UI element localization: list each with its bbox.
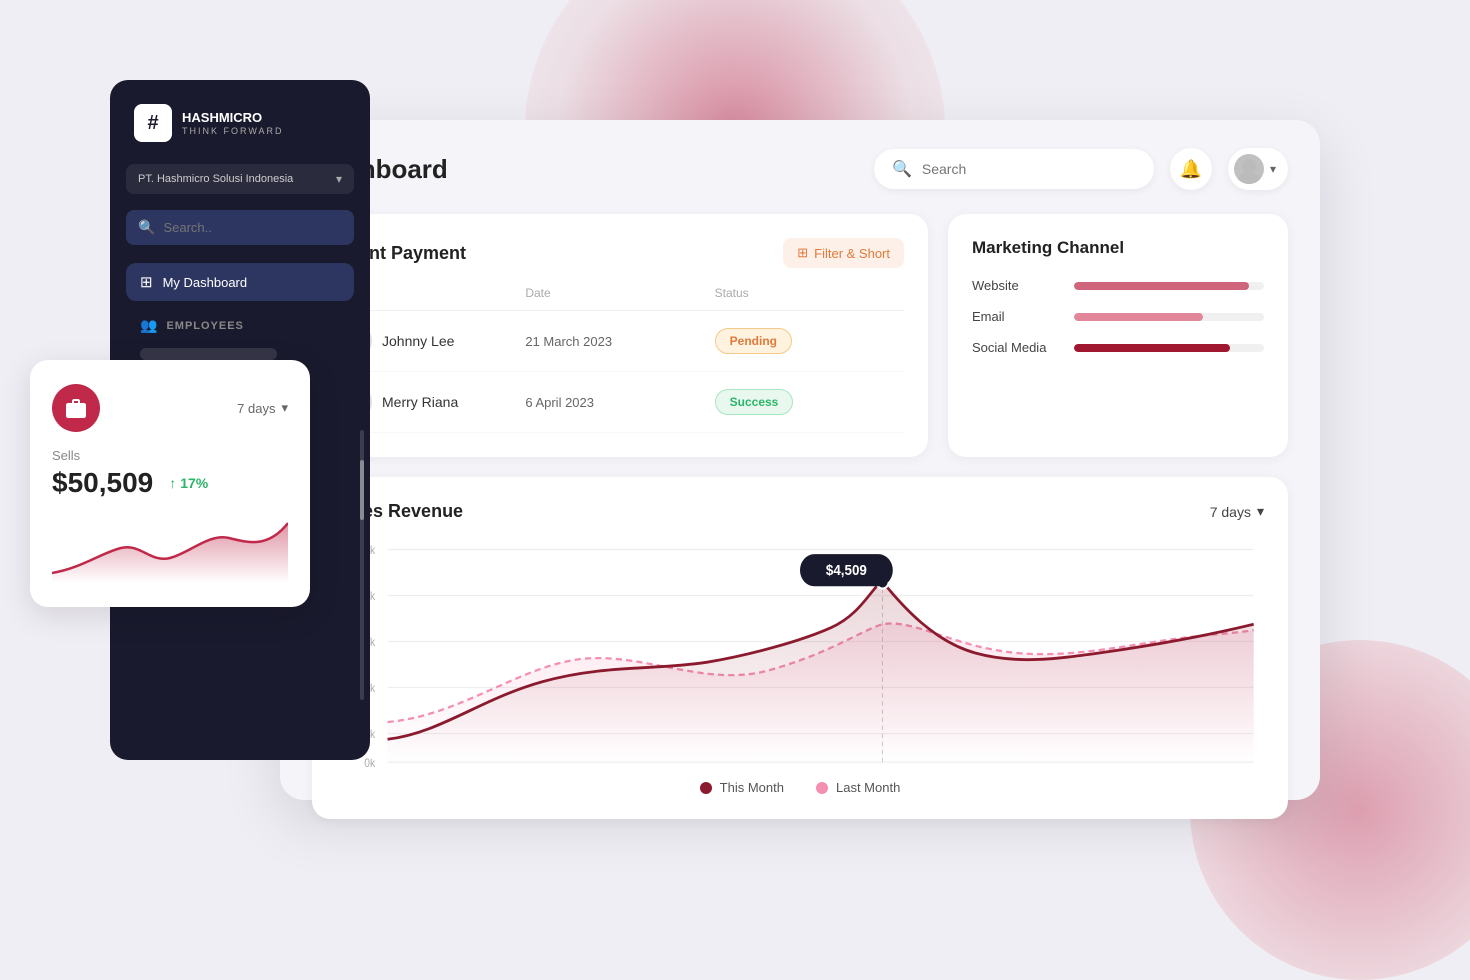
sidebar-search-input[interactable]: [163, 220, 342, 235]
legend-label-last-month: Last Month: [836, 780, 900, 795]
client-status-1: Pending: [715, 328, 904, 354]
arrow-up-icon: ↑: [169, 475, 176, 491]
col-date: Date: [525, 286, 714, 300]
legend-label-this-month: This Month: [720, 780, 784, 795]
marketing-channel-card: Marketing Channel Website Email Social M…: [948, 214, 1288, 457]
sidebar-skeleton-1: [140, 348, 277, 360]
logo-tagline: THINK FORWARD: [182, 126, 284, 136]
header-right: 🔍 🔔 ▾: [874, 148, 1288, 190]
filter-short-button[interactable]: ⊞ Filter & Short: [783, 238, 904, 268]
chevron-down-icon: ▾: [1270, 162, 1276, 176]
avatar-button[interactable]: ▾: [1228, 148, 1288, 190]
sell-card-header: 7 days ▾: [52, 384, 288, 432]
employees-icon: 👥: [140, 317, 158, 334]
sell-widget: 7 days ▾ Sells $50,509 ↑ 17%: [30, 360, 310, 607]
client-name-2: Merry Riana: [382, 394, 458, 410]
channel-bar-bg-social: [1074, 344, 1264, 352]
main-header: Dashboard 🔍 🔔 ▾: [312, 148, 1288, 190]
channel-email: Email: [972, 309, 1264, 324]
chart-legend: This Month Last Month: [336, 780, 1264, 795]
status-badge-pending: Pending: [715, 328, 792, 354]
legend-dot-this-month: [700, 782, 712, 794]
svg-text:0k: 0k: [364, 757, 375, 768]
top-content-grid: Client Payment ⊞ Filter & Short Client D…: [312, 214, 1288, 457]
chevron-down-icon: ▾: [281, 400, 288, 416]
sales-header: Sales Revenue 7 days ▾: [336, 501, 1264, 522]
sell-icon: [52, 384, 100, 432]
sidebar-item-dashboard[interactable]: ⊞ My Dashboard: [126, 263, 354, 301]
legend-dot-last-month: [816, 782, 828, 794]
chevron-down-icon: ▾: [336, 172, 342, 186]
period-select[interactable]: 7 days ▾: [1210, 503, 1264, 520]
company-name: PT. Hashmicro Solusi Indonesia: [138, 173, 293, 185]
search-icon: 🔍: [138, 219, 155, 236]
table-row: Johnny Lee 21 March 2023 Pending: [336, 311, 904, 372]
filter-label: Filter & Short: [814, 246, 890, 261]
client-date-2: 6 April 2023: [525, 395, 714, 410]
channel-label-website: Website: [972, 278, 1062, 293]
channel-bar-social: [1074, 344, 1230, 352]
sidebar-item-label: My Dashboard: [163, 275, 248, 290]
search-input[interactable]: [922, 161, 1136, 177]
client-payment-card: Client Payment ⊞ Filter & Short Client D…: [312, 214, 928, 457]
channel-bar-bg-email: [1074, 313, 1264, 321]
table-header: Client Date Status: [336, 286, 904, 311]
client-name-1: Johnny Lee: [382, 333, 454, 349]
logo: # HASHMICRO THINK FORWARD: [126, 104, 354, 142]
client-payment-header: Client Payment ⊞ Filter & Short: [336, 238, 904, 268]
legend-this-month: This Month: [700, 780, 784, 795]
search-bar[interactable]: 🔍: [874, 149, 1154, 189]
channel-bar-bg-website: [1074, 282, 1264, 290]
legend-last-month: Last Month: [816, 780, 900, 795]
sell-period[interactable]: 7 days ▾: [237, 400, 288, 416]
channel-website: Website: [972, 278, 1264, 293]
logo-icon: #: [134, 104, 172, 142]
marketing-channel-title: Marketing Channel: [972, 238, 1264, 258]
channel-social: Social Media: [972, 340, 1264, 355]
sidebar-section-employees: 👥 EMPLOYEES: [126, 305, 354, 340]
search-icon: 🔍: [892, 159, 912, 179]
sales-revenue-card: Sales Revenue 7 days ▾ 25k 20: [312, 477, 1288, 819]
sell-period-label: 7 days: [237, 401, 275, 416]
channel-label-email: Email: [972, 309, 1062, 324]
sales-chart-svg: 25k 20k 15k 10k 5k 0k: [336, 538, 1264, 768]
col-status: Status: [715, 286, 904, 300]
sell-value: $50,509: [52, 467, 153, 499]
sidebar-search-bar[interactable]: 🔍: [126, 210, 354, 245]
channel-bar-website: [1074, 282, 1249, 290]
client-date-1: 21 March 2023: [525, 334, 714, 349]
svg-text:$4,509: $4,509: [826, 562, 867, 579]
table-row: Merry Riana 6 April 2023 Success: [336, 372, 904, 433]
sell-mini-chart: [52, 513, 288, 583]
client-status-2: Success: [715, 389, 904, 415]
sell-growth-value: 17%: [180, 475, 208, 491]
filter-icon: ⊞: [797, 245, 808, 261]
sell-growth: ↑ 17%: [169, 475, 208, 491]
channel-label-social: Social Media: [972, 340, 1062, 355]
dashboard-icon: ⊞: [140, 273, 153, 291]
bell-icon: 🔔: [1180, 159, 1202, 180]
main-panel: Dashboard 🔍 🔔 ▾: [280, 120, 1320, 800]
period-label: 7 days: [1210, 504, 1251, 520]
notification-button[interactable]: 🔔: [1170, 148, 1212, 190]
status-badge-success: Success: [715, 389, 794, 415]
sell-label: Sells: [52, 448, 288, 463]
company-selector[interactable]: PT. Hashmicro Solusi Indonesia ▾: [126, 164, 354, 194]
sell-value-row: $50,509 ↑ 17%: [52, 467, 288, 499]
chart-area: 25k 20k 15k 10k 5k 0k: [336, 538, 1264, 768]
channel-bar-email: [1074, 313, 1203, 321]
avatar: [1234, 154, 1264, 184]
logo-name: HASHMICRO: [182, 110, 284, 126]
sidebar-scrollbar-thumb[interactable]: [360, 460, 364, 520]
chevron-down-icon: ▾: [1257, 503, 1264, 520]
